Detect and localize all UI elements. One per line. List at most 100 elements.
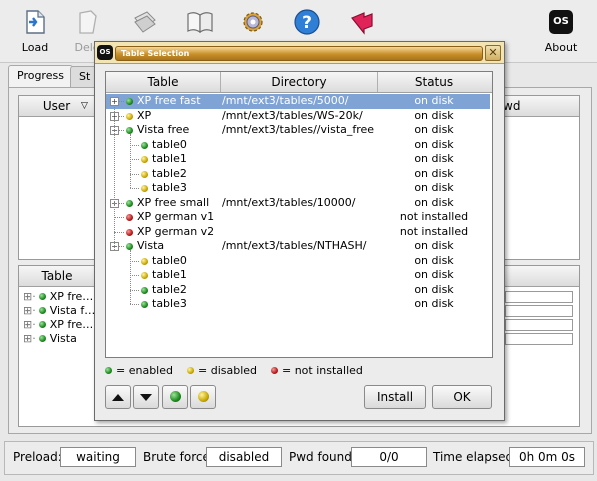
table-row[interactable]: table1 on disk <box>106 268 490 283</box>
table-row[interactable]: table1 on disk <box>106 152 490 167</box>
status-led-green <box>141 286 148 294</box>
status-led-green <box>169 391 181 402</box>
load-icon <box>20 8 50 36</box>
table-group-row[interactable]: XP german v2 not installed <box>106 225 490 240</box>
expand-icon: ⊞· <box>23 318 36 331</box>
dialog-title: Table Selection <box>121 49 190 58</box>
column-header-directory[interactable]: Directory <box>221 72 378 92</box>
dialog-titlebar[interactable]: OS Table Selection ✕ <box>95 42 504 64</box>
title-gradient: Table Selection <box>115 46 483 61</box>
status-led-yellow <box>197 391 209 402</box>
list-item[interactable]: ⊞· XP fre… <box>23 318 93 332</box>
tree-connector <box>119 101 124 102</box>
table-status: on disk <box>414 253 454 267</box>
table-row[interactable]: table0 on disk <box>106 138 490 153</box>
legend-enabled-text: = enabled <box>116 364 173 377</box>
table-group-row[interactable]: − Vista/mnt/ext3/tables/NTHASH/on disk <box>106 239 490 254</box>
tab-progress[interactable]: Progress <box>8 65 73 88</box>
list-item-label: XP fre… <box>49 290 94 303</box>
table-row[interactable]: table2 on disk <box>106 283 490 298</box>
tree-connector <box>119 130 124 131</box>
table-name: table2 <box>152 282 187 296</box>
enable-button[interactable] <box>162 385 188 409</box>
table-status: on disk <box>414 152 454 165</box>
legend-disabled-text: = disabled <box>198 364 258 377</box>
column-header-user[interactable]: User ▽ <box>19 96 95 116</box>
status-led-green <box>141 301 148 308</box>
os-logo-icon: OS <box>546 8 576 36</box>
table-name: table1 <box>152 268 187 281</box>
help-question-icon: ? <box>292 8 322 36</box>
list-item-label: Vista <box>49 332 77 345</box>
table-status: on disk <box>414 108 454 122</box>
table-name: Vista <box>137 239 165 252</box>
tab-statistics-label: St <box>79 70 91 83</box>
legend-not-installed-text: = not installed <box>282 364 363 377</box>
table-row[interactable]: table2 on disk <box>106 167 490 182</box>
table-group-row[interactable]: + XP/mnt/ext3/tables/WS-20k/on disk <box>106 109 490 124</box>
table-status: on disk <box>414 297 454 310</box>
about-button[interactable]: OS About <box>537 8 585 58</box>
column-header-status[interactable]: Status <box>378 72 490 92</box>
expand-icon: ⊞· <box>23 332 36 345</box>
tree-connector <box>114 231 124 233</box>
load-label: Load <box>21 41 49 54</box>
status-led-green <box>141 141 148 149</box>
exit-arrow-icon <box>347 8 377 36</box>
disable-button[interactable] <box>190 385 216 409</box>
table-name: XP free small <box>137 195 210 209</box>
status-led-green <box>39 307 47 314</box>
table-group-row[interactable]: − Vista free/mnt/ext3/tables//vista_free o… <box>106 123 490 138</box>
move-up-button[interactable] <box>105 385 131 409</box>
expand-icon: ⊞· <box>23 290 36 303</box>
delete-icon <box>72 8 102 36</box>
table-directory: /mnt/ext3/tables/NTHASH/ <box>222 239 367 252</box>
status-led-yellow <box>141 272 148 279</box>
list-item[interactable]: ⊞· XP fre… <box>23 290 93 304</box>
column-status-label: Status <box>414 75 454 89</box>
expand-icon: ⊞· <box>23 304 36 317</box>
install-label: Install <box>376 390 414 404</box>
tree-connector <box>130 260 139 262</box>
load-button[interactable]: Load <box>11 8 59 58</box>
status-led-green <box>126 127 133 134</box>
list-item[interactable]: ⊞· Vista f… <box>23 304 95 318</box>
table-status: on disk <box>414 166 454 180</box>
progress-bar <box>505 319 573 331</box>
close-icon: ✕ <box>488 46 498 59</box>
tree-connector <box>130 144 139 146</box>
table-selection-dialog: OS Table Selection ✕ Table Directory Sta… <box>94 41 505 421</box>
install-button[interactable]: Install <box>364 385 426 409</box>
column-table-label: Table <box>41 269 73 283</box>
legend: = enabled = disabled = not installed <box>105 363 495 379</box>
list-item[interactable]: ⊞· Vista <box>23 332 77 346</box>
table-name: table0 <box>152 253 187 267</box>
tree-connector <box>119 202 124 204</box>
status-led-yellow <box>141 156 148 163</box>
bruteforce-value: disabled <box>206 447 282 467</box>
table-group-row[interactable]: + XP free small/mnt/ext3/tables/10000/on … <box>106 196 490 211</box>
move-down-button[interactable] <box>133 385 159 409</box>
column-table-label: Table <box>147 75 179 89</box>
column-header-table[interactable]: Table <box>106 72 221 92</box>
close-button[interactable]: ✕ <box>485 45 501 61</box>
table-name: XP german v2 <box>137 224 215 238</box>
tree-connector <box>130 188 139 189</box>
table-group-row[interactable]: + XP free fast/mnt/ext3/tables/5000/on di… <box>106 94 490 109</box>
table-group-row[interactable]: XP german v1 not installed <box>106 210 490 225</box>
table-row[interactable]: table3 on disk <box>106 181 490 196</box>
status-led-red <box>271 367 278 374</box>
table-name: table2 <box>152 166 187 180</box>
status-led-yellow <box>187 367 194 374</box>
status-led-yellow <box>141 257 148 265</box>
table-tree: Table Directory Status + XP free fast/mnt… <box>105 71 493 358</box>
column-header-table[interactable]: Table <box>19 266 96 286</box>
ok-button[interactable]: OK <box>432 385 492 409</box>
column-header-pwd[interactable]: wd <box>499 96 579 116</box>
tree-connector <box>119 115 124 117</box>
status-led-red <box>126 228 133 236</box>
column-pwd-label: wd <box>503 99 521 113</box>
about-label: About <box>544 41 578 54</box>
table-row[interactable]: table3 on disk <box>106 297 490 312</box>
table-row[interactable]: table0 on disk <box>106 254 490 269</box>
